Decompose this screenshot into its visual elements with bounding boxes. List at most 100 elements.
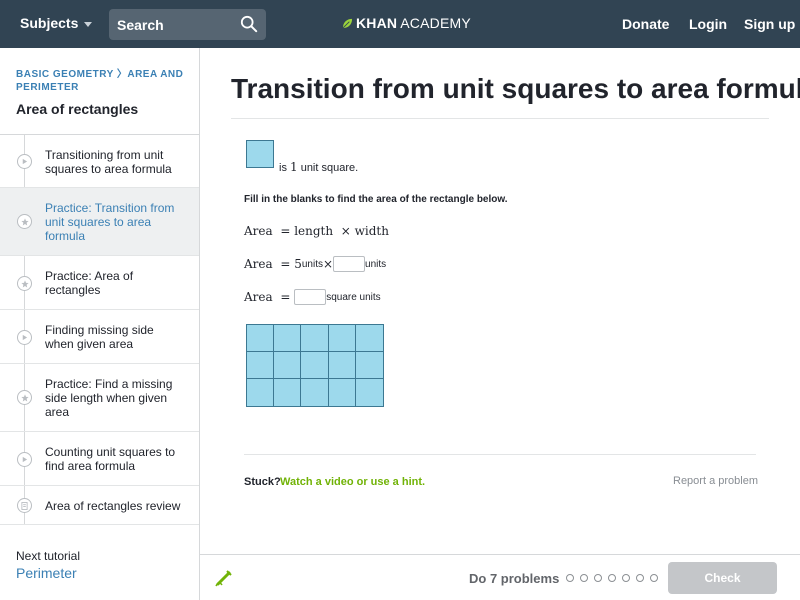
progress-dot <box>580 574 588 582</box>
hint-link[interactable]: Watch a video or use a hint. <box>280 476 425 488</box>
eq-equals: = <box>280 290 291 304</box>
rectangle-unit-grid <box>246 324 384 407</box>
login-link[interactable]: Login <box>689 16 727 32</box>
grid-cell <box>247 352 275 379</box>
search-icon[interactable] <box>240 15 258 33</box>
check-button[interactable]: Check <box>668 562 777 594</box>
grid-cell <box>301 352 329 379</box>
grid-cell <box>247 379 275 406</box>
eq-equals: = <box>280 257 291 271</box>
unit-square-caption: is 1 unit square. <box>279 160 358 174</box>
eq-units: units <box>365 258 387 270</box>
search-box[interactable] <box>109 9 266 40</box>
star-icon <box>17 390 32 405</box>
eq-units: units <box>301 258 323 270</box>
next-tutorial-label: Next tutorial <box>16 549 81 563</box>
scratchpad-pencil-icon[interactable] <box>214 568 234 588</box>
progress-dot <box>636 574 644 582</box>
grid-cell <box>301 379 329 406</box>
area-answer-input[interactable] <box>294 289 327 305</box>
search-input[interactable] <box>117 16 227 33</box>
star-icon <box>17 214 32 229</box>
progress-dot <box>622 574 630 582</box>
next-tutorial-link[interactable]: Perimeter <box>16 565 77 581</box>
article-icon <box>17 498 32 513</box>
grid-cell <box>355 325 383 352</box>
sidebar-item-label: Practice: Area of rectangles <box>45 269 134 297</box>
logo-text-khan: KHAN <box>356 15 398 31</box>
sidebar-item-practice-missing-side[interactable]: Practice: Find a missing side length whe… <box>0 364 199 432</box>
sidebar-item-review-article[interactable]: Area of rectangles review <box>0 486 199 525</box>
divider <box>231 118 769 119</box>
star-icon <box>17 276 32 291</box>
play-icon <box>17 452 32 467</box>
grid-cell <box>356 379 383 406</box>
equation-formula: Area = length × width <box>244 224 389 238</box>
donate-link[interactable]: Donate <box>622 16 669 32</box>
progress-dots <box>566 574 658 582</box>
logo-text-academy: ACADEMY <box>400 15 471 31</box>
top-navigation-bar: Subjects KHANACADEMY Donate Login Sign u… <box>0 0 800 48</box>
grid-cell <box>247 325 275 352</box>
page-title: Transition from unit squares to area for… <box>231 73 800 104</box>
khan-academy-logo[interactable]: KHAN ACADEMY <box>342 15 471 31</box>
sidebar-item-label: Practice: Transition from unit squares t… <box>45 201 175 243</box>
sidebar-item-label: Area of rectangles review <box>45 499 181 513</box>
tutorial-sidebar: BASIC GEOMETRY 〉AREA AND PERIMETER Area … <box>0 48 200 600</box>
eq-lhs: Area <box>244 224 273 238</box>
grid-cell <box>329 379 356 406</box>
problem-count-label: Do 7 problems <box>469 571 560 586</box>
progress-dot <box>594 574 602 582</box>
eq-square-units: square units <box>326 291 381 303</box>
sidebar-item-transitioning-video[interactable]: Transitioning from unit squares to area … <box>0 135 199 188</box>
leaf-logo-icon <box>342 18 353 28</box>
progress-dot <box>566 574 574 582</box>
report-problem-link[interactable]: Report a problem <box>673 475 758 487</box>
exercise-footer: Do 7 problems Check <box>200 554 800 600</box>
eq-width: width <box>354 224 389 238</box>
width-answer-input[interactable] <box>333 256 366 272</box>
subjects-label: Subjects <box>20 15 79 31</box>
subjects-menu[interactable]: Subjects <box>20 15 93 31</box>
grid-cell <box>274 352 302 379</box>
caption-is: is <box>279 162 290 174</box>
sidebar-item-label: Counting unit squares to find area formu… <box>45 445 176 473</box>
grid-cell <box>328 352 356 379</box>
divider <box>244 454 756 455</box>
eq-five: 5 <box>294 257 302 271</box>
eq-length: length <box>294 224 334 238</box>
exercise-panel: Transition from unit squares to area for… <box>200 48 800 554</box>
grid-cell <box>355 352 383 379</box>
eq-times: × <box>340 224 351 238</box>
play-icon <box>17 330 32 345</box>
breadcrumb[interactable]: BASIC GEOMETRY 〉AREA AND PERIMETER <box>16 68 191 94</box>
unit-square-image <box>246 140 274 168</box>
signup-link[interactable]: Sign up <box>744 16 795 32</box>
sidebar-item-label: Practice: Find a missing side length whe… <box>45 377 173 419</box>
eq-times: × <box>322 257 334 271</box>
grid-cell <box>328 325 356 352</box>
caption-rest: unit square. <box>297 162 359 174</box>
sidebar-item-label: Transitioning from unit squares to area … <box>45 148 172 176</box>
equation-area-answer: Area = square units <box>244 289 381 305</box>
sidebar-item-missing-side-video[interactable]: Finding missing side when given area <box>0 310 199 364</box>
eq-equals: = <box>280 224 291 238</box>
play-icon <box>17 154 32 169</box>
sidebar-item-practice-transition[interactable]: Practice: Transition from unit squares t… <box>0 188 199 256</box>
tutorial-title: Area of rectangles <box>16 101 139 117</box>
progress-dot <box>608 574 616 582</box>
progress-dot <box>650 574 658 582</box>
instruction-text: Fill in the blanks to find the area of t… <box>244 194 508 205</box>
stuck-label: Stuck? <box>244 476 281 488</box>
eq-lhs: Area <box>244 257 273 271</box>
equation-length-width: Area = 5 units × units <box>244 256 386 272</box>
sidebar-item-label: Finding missing side when given area <box>45 323 154 351</box>
caret-down-icon <box>84 21 93 27</box>
grid-cell <box>274 325 302 352</box>
sidebar-item-practice-area[interactable]: Practice: Area of rectangles <box>0 256 199 310</box>
caption-number: 1 <box>290 160 298 174</box>
eq-lhs: Area <box>244 290 273 304</box>
sidebar-item-counting-video[interactable]: Counting unit squares to find area formu… <box>0 432 199 486</box>
grid-cell <box>301 325 329 352</box>
grid-cell <box>274 379 302 406</box>
